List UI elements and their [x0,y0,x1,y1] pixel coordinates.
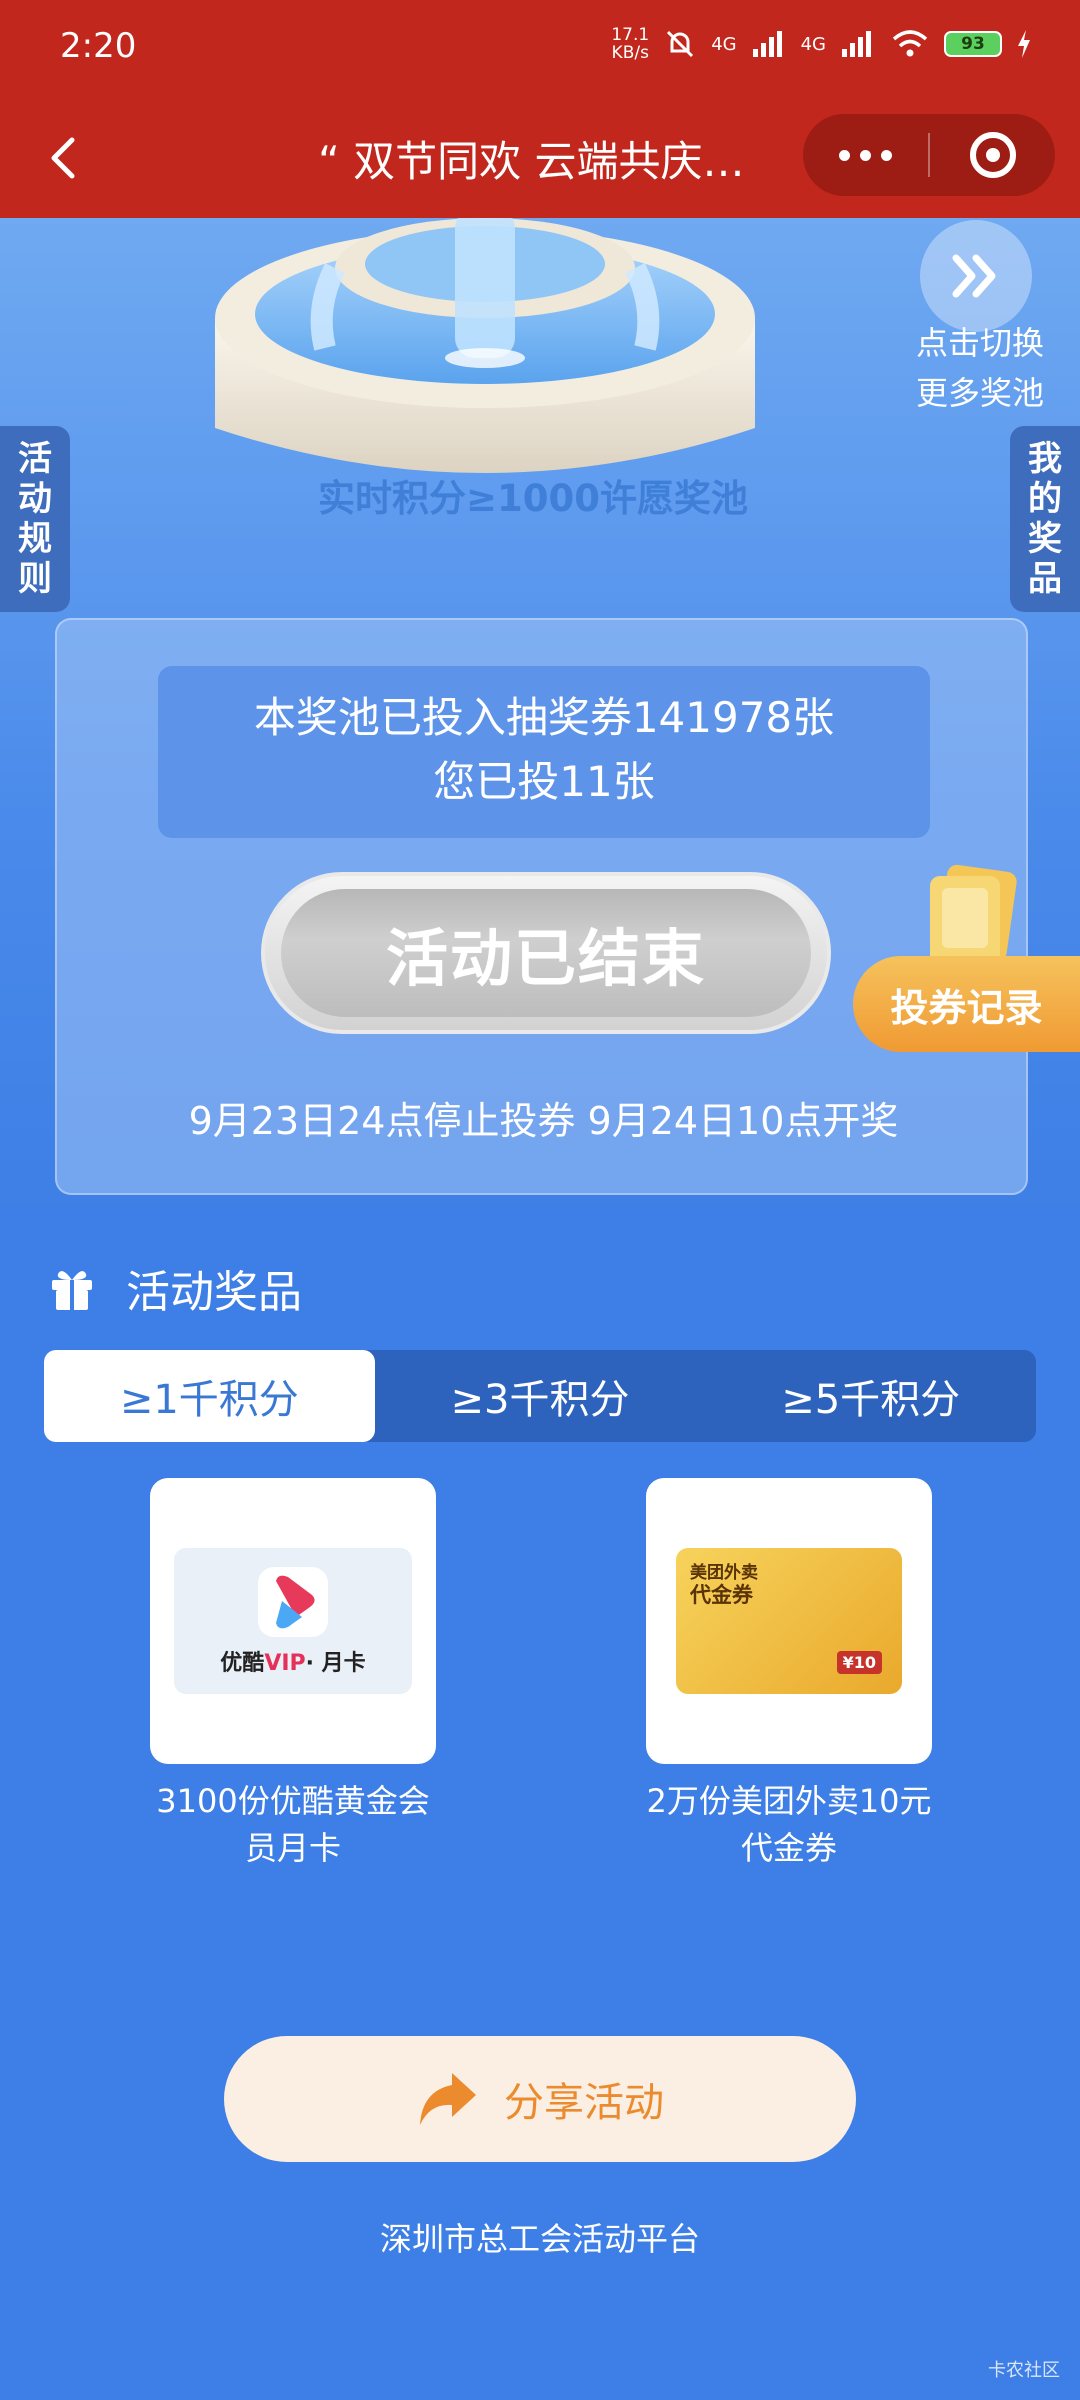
gift-icon [52,1271,92,1310]
activity-ended-label: 活动已结束 [281,889,811,1017]
prizes-section-title: 活动奖品 [126,1267,302,1318]
prize-card: 美团外卖 代金券 ¥10 [646,1478,932,1764]
mini-program-nav-bar: “ 双节同欢 云端共庆… [0,100,1080,218]
share-activity-label: 分享活动 [504,2080,664,2126]
charging-bolt-icon [1018,30,1030,58]
more-button[interactable] [803,114,928,196]
network-speed: 17.1 KB/s [611,25,650,63]
switch-pool-button[interactable] [920,220,1032,332]
watermark: 卡农社区 [988,2360,1060,2381]
tab-5k-points[interactable]: ≥5千积分 [705,1350,1036,1442]
prizes-section-header: 活动奖品 [48,1256,302,1320]
total-tickets-text: 本奖池已投入抽奖券141978张 [253,693,835,742]
ticket-icon [930,864,1017,966]
close-mini-program-button[interactable] [930,114,1055,196]
activity-ended-button[interactable]: 活动已结束 [261,872,831,1034]
tab-1k-points[interactable]: ≥1千积分 [44,1350,375,1442]
prize-item-youku[interactable]: 优酷VIP· 月卡 3100份优酷黄金会 员月卡 [150,1478,436,1872]
share-arrow-icon [420,2073,476,2125]
my-prizes-tab-label: 我的奖品 [1028,439,1062,599]
points-tier-tabs: ≥1千积分 ≥3千积分 ≥5千积分 [44,1350,1036,1442]
prize-name: 3100份优酷黄金会 员月卡 [156,1782,430,1867]
page-title: “ 双节同欢 云端共庆… [318,137,745,186]
status-icons: 17.1 KB/s 4G 4G 93 [611,26,1032,62]
footer-platform-text: 深圳市总工会活动平台 [379,2220,700,2258]
chevron-left-icon [51,137,75,179]
capsule-menu [803,114,1055,196]
status-time: 2:20 [60,26,137,66]
share-activity-button[interactable]: 分享活动 [224,2036,856,2162]
switch-pool-label[interactable]: 点击切换 更多奖池 [895,318,1065,418]
draw-schedule-text: 9月23日24点停止投券 9月24日10点开奖 [188,1099,899,1143]
my-prizes-tab[interactable]: 我的奖品 [1010,426,1080,612]
pool-panel: 本奖池已投入抽奖券141978张 您已投11张 活动已结束 9月23日24点停止… [55,618,1028,1195]
signal-bars-icon [752,31,782,57]
youku-logo-icon [258,1567,328,1637]
wifi-icon [892,30,928,57]
rules-tab-label: 活动规则 [18,439,52,599]
tab-3k-points[interactable]: ≥3千积分 [375,1350,706,1442]
target-close-icon [969,132,1016,178]
prize-name: 2万份美团外卖10元 代金券 [646,1782,932,1867]
signal-bars-icon-2 [842,31,871,57]
ticket-record-button[interactable]: 投券记录 [853,956,1080,1052]
rules-tab[interactable]: 活动规则 [0,426,70,612]
prize-item-meituan[interactable]: 美团外卖 代金券 ¥10 2万份美团外卖10元 代金券 [646,1478,932,1872]
mute-bell-icon [667,30,694,58]
prize-card: 优酷VIP· 月卡 [150,1478,436,1764]
meituan-voucher-image: 美团外卖 代金券 ¥10 [676,1548,902,1694]
my-tickets-text: 您已投11张 [433,757,655,806]
status-bar: 2:20 17.1 KB/s 4G 4G 93 [0,0,1080,100]
signal-4g-label-1: 4G [711,33,737,55]
hero-section: 实时积分≥1000许愿奖池 点击切换 更多奖池 活动规则 我的奖品 本奖池已投入… [0,218,1080,1218]
signal-4g-label-2: 4G [800,33,826,55]
double-chevron-right-icon [952,254,996,298]
youku-vip-image: 优酷VIP· 月卡 [174,1548,412,1694]
ticket-info-box: 本奖池已投入抽奖券141978张 您已投11张 [158,666,930,838]
more-dots-icon [839,149,850,161]
pool-title: 实时积分≥1000许愿奖池 [318,477,748,520]
back-button[interactable] [36,128,96,188]
battery-indicator: 93 [944,31,1002,57]
